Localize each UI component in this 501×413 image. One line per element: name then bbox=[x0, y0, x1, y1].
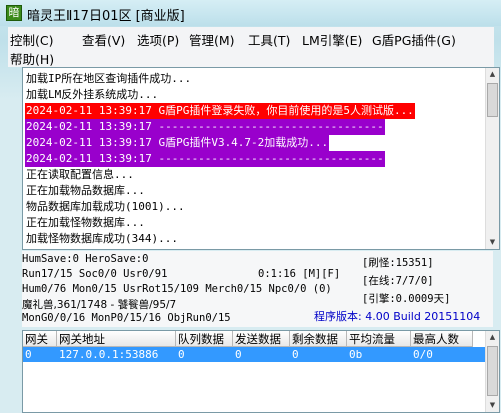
status-run: Run17/15 Soc0/0 Usr0/91 bbox=[22, 268, 168, 280]
table-scrollbar[interactable]: ▲ ▼ bbox=[485, 331, 499, 412]
menu-control[interactable]: 控制(C) bbox=[10, 30, 53, 49]
log-panel[interactable]: 加载IP所在地区查询插件成功... 加载LM反外挂系统成功... 2024-02-1… bbox=[22, 67, 500, 250]
engine-days: [引擎:0.0009天] bbox=[362, 293, 451, 305]
cell-remaining-data: 0 bbox=[292, 348, 299, 361]
table-scroll-up-icon[interactable]: ▲ bbox=[487, 331, 498, 344]
status-counters: Hum0/76 Mon0/15 UsrRot15/109 Merch0/15 N… bbox=[22, 283, 332, 295]
log-line: 2024-02-11 13:39:17 G盾PG插件V3.4.7-2加载成功..… bbox=[25, 135, 330, 151]
log-line: 加载IP所在地区查询插件成功... bbox=[26, 72, 192, 85]
online-count: [在线:7/7/0] bbox=[362, 275, 434, 287]
table-scroll-down-icon[interactable]: ▼ bbox=[487, 399, 498, 412]
col-queue-data[interactable]: 队列数据 bbox=[176, 331, 233, 347]
menu-lm-engine[interactable]: LM引擎(E) bbox=[302, 30, 362, 49]
title-bar[interactable]: 暗 暗灵王Ⅱ17日01区 [商业版] bbox=[0, 0, 501, 26]
cell-send-data: 0 bbox=[235, 348, 242, 361]
menu-bar: 控制(C) 查看(V) 选项(P) 管理(M) 工具(T) LM引擎(E) G盾… bbox=[8, 27, 494, 67]
log-line: 正在加载物品数据库... bbox=[26, 184, 145, 197]
scroll-thumb[interactable] bbox=[487, 83, 498, 117]
log-line: 2024-02-11 13:39:17 --------------------… bbox=[25, 119, 385, 135]
cell-gateway-address: 127.0.0.1:53886 bbox=[59, 348, 159, 361]
log-line: 物品数据库加载成功(1001)... bbox=[26, 200, 185, 213]
log-line: 正在加载怪物数据库... bbox=[26, 216, 145, 229]
menu-help[interactable]: 帮助(H) bbox=[10, 49, 54, 68]
menu-view[interactable]: 查看(V) bbox=[82, 30, 125, 49]
gateway-table[interactable]: 网关 网关地址 队列数据 发送数据 剩余数据 平均流量 最高人数 0 127.0… bbox=[22, 330, 500, 413]
program-version: 程序版本: 4.00 Build 20151104 bbox=[314, 310, 481, 323]
window-title: 暗灵王Ⅱ17日01区 [商业版] bbox=[27, 9, 185, 24]
cell-max-users: 0/0 bbox=[413, 348, 433, 361]
col-avg-traffic[interactable]: 平均流量 bbox=[347, 331, 411, 347]
log-line: 加载怪物数据库成功(344)... bbox=[26, 232, 178, 245]
menu-tools[interactable]: 工具(T) bbox=[248, 30, 290, 49]
status-monster: 魔礼兽,361/1748 - 饕餮兽/95/7 bbox=[22, 299, 177, 311]
col-gateway[interactable]: 网关 bbox=[23, 331, 57, 347]
col-remaining-data[interactable]: 剩余数据 bbox=[290, 331, 347, 347]
scroll-down-icon[interactable]: ▼ bbox=[487, 236, 498, 249]
col-gateway-address[interactable]: 网关地址 bbox=[57, 331, 176, 347]
main-window: 暗 暗灵王Ⅱ17日01区 [商业版] 控制(C) 查看(V) 选项(P) 管理(… bbox=[0, 0, 501, 413]
log-line: 正在读取配置信息... bbox=[26, 168, 134, 181]
app-icon: 暗 bbox=[6, 5, 22, 21]
log-line: 2024-02-11 13:39:17 --------------------… bbox=[25, 151, 385, 167]
col-send-data[interactable]: 发送数据 bbox=[233, 331, 290, 347]
menu-gdun-plugin[interactable]: G盾PG插件(G) bbox=[372, 30, 456, 49]
cell-queue-data: 0 bbox=[178, 348, 185, 361]
log-scrollbar[interactable]: ▲ ▼ bbox=[485, 68, 499, 249]
col-max-users[interactable]: 最高人数 bbox=[411, 331, 473, 347]
refresh-count: [刷怪:15351] bbox=[362, 257, 434, 269]
cell-avg-traffic: 0b bbox=[349, 348, 363, 361]
menu-manage[interactable]: 管理(M) bbox=[189, 30, 235, 49]
scroll-up-icon[interactable]: ▲ bbox=[487, 68, 498, 81]
table-scroll-thumb[interactable] bbox=[487, 346, 498, 396]
menu-options[interactable]: 选项(P) bbox=[137, 30, 179, 49]
status-mon-groups: MonG0/0/16 MonP0/15/16 ObjRun0/15 bbox=[22, 312, 231, 324]
status-timer: 0:1:16 [M][F] bbox=[258, 268, 341, 280]
cell-gateway: 0 bbox=[25, 348, 32, 361]
log-line: 加载LM反外挂系统成功... bbox=[26, 88, 159, 101]
log-line: 2024-02-11 13:39:17 G盾PG插件登录失败，你目前使用的是5人… bbox=[25, 103, 415, 119]
status-save: HumSave:0 HeroSave:0 bbox=[22, 253, 149, 265]
